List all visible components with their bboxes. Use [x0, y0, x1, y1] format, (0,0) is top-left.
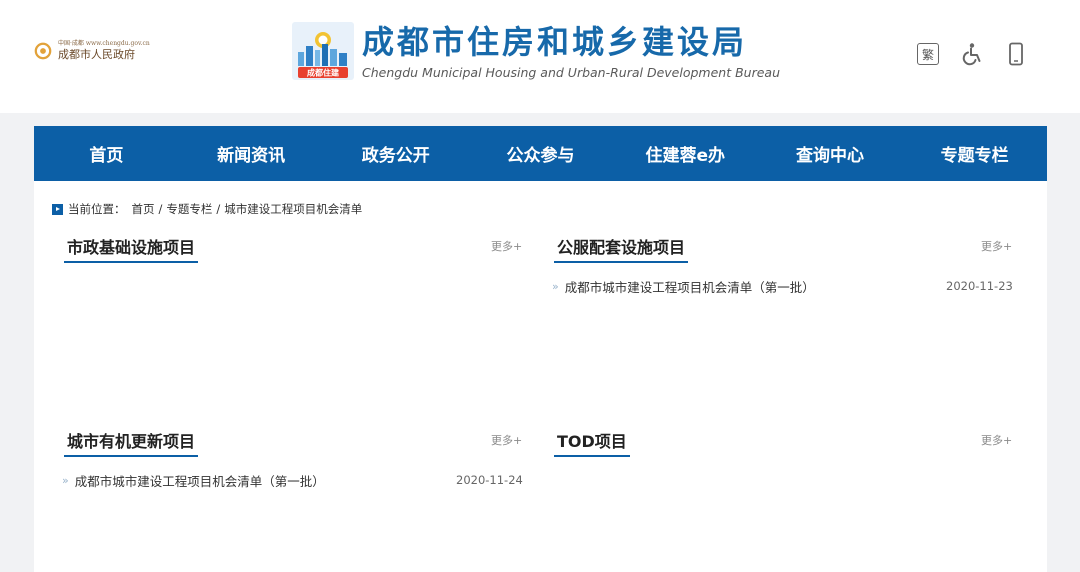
list-item[interactable]: » 成都市城市建设工程项目机会清单（第一批） [62, 471, 325, 490]
panel-title: 公服配套设施项目 [554, 234, 689, 263]
double-chevron-icon: » [62, 474, 69, 487]
breadcrumb-arrow-icon [52, 203, 63, 215]
wheelchair-icon [962, 43, 981, 66]
nav-online-services[interactable]: 住建蓉e办 [613, 126, 758, 181]
breadcrumb-home-link[interactable]: 首页 [132, 201, 155, 217]
double-chevron-icon: » [552, 280, 559, 293]
panel-title: 城市有机更新项目 [64, 428, 199, 457]
breadcrumb: 当前位置： 首页 / 专题专栏 / 城市建设工程项目机会清单 [52, 201, 362, 217]
more-link[interactable]: 更多+ [491, 238, 522, 254]
nav-government-affairs[interactable]: 政务公开 [323, 126, 468, 181]
traditional-chinese-label: 繁 [917, 43, 939, 65]
more-link[interactable]: 更多+ [491, 432, 522, 448]
chengdu-gov-logo-link[interactable]: 中国·成都 www.chengdu.gov.cn 成都市人民政府 [34, 40, 150, 61]
bureau-badge-text: 成都住建 [307, 68, 340, 78]
breadcrumb-separator: / [216, 202, 221, 216]
list-item-date: 2020-11-23 [946, 279, 1013, 293]
gov-logo-text: 中国·成都 www.chengdu.gov.cn 成都市人民政府 [58, 40, 150, 61]
panel-title: 市政基础设施项目 [64, 234, 199, 263]
nav-special-topics[interactable]: 专题专栏 [902, 126, 1047, 181]
panel-title: TOD项目 [554, 428, 630, 457]
list-item-title: 成都市城市建设工程项目机会清单（第一批） [564, 280, 815, 295]
list-item-title: 成都市城市建设工程项目机会清单（第一批） [74, 474, 325, 489]
breadcrumb-current-link[interactable]: 城市建设工程项目机会清单 [224, 201, 362, 217]
more-link[interactable]: 更多+ [981, 432, 1012, 448]
bureau-logo-icon: 成都住建 [292, 22, 354, 80]
list-item-date: 2020-11-24 [456, 473, 523, 487]
breadcrumb-topics-link[interactable]: 专题专栏 [166, 201, 212, 217]
traditional-chinese-button[interactable]: 繁 [916, 42, 940, 66]
list-item[interactable]: » 成都市城市建设工程项目机会清单（第一批） [552, 277, 815, 296]
gov-emblem-icon [34, 42, 52, 59]
nav-home[interactable]: 首页 [34, 126, 179, 181]
mobile-phone-icon [1009, 42, 1023, 66]
breadcrumb-label: 当前位置： [68, 202, 126, 216]
main-content: 当前位置： 首页 / 专题专栏 / 城市建设工程项目机会清单 市政基础设施项目 … [34, 181, 1047, 572]
bureau-name: 成都市住房和城乡建设局 [362, 23, 748, 61]
breadcrumb-separator: / [158, 202, 163, 216]
gov-logo-name: 成都市人民政府 [58, 48, 135, 61]
main-nav: 首页 新闻资讯 政务公开 公众参与 住建蓉e办 查询中心 专题专栏 [34, 126, 1047, 181]
site-header: 中国·成都 www.chengdu.gov.cn 成都市人民政府 成都住建 成都… [0, 0, 1080, 113]
bureau-name-en: Chengdu Municipal Housing and Urban-Rura… [362, 65, 780, 80]
nav-public-participation[interactable]: 公众参与 [468, 126, 613, 181]
mobile-version-button[interactable] [1004, 42, 1028, 66]
accessibility-button[interactable] [960, 42, 984, 66]
header-tools: 繁 [916, 42, 1028, 66]
gov-logo-url: 中国·成都 www.chengdu.gov.cn [58, 40, 150, 47]
nav-news[interactable]: 新闻资讯 [179, 126, 324, 181]
nav-query-center[interactable]: 查询中心 [758, 126, 903, 181]
more-link[interactable]: 更多+ [981, 238, 1012, 254]
